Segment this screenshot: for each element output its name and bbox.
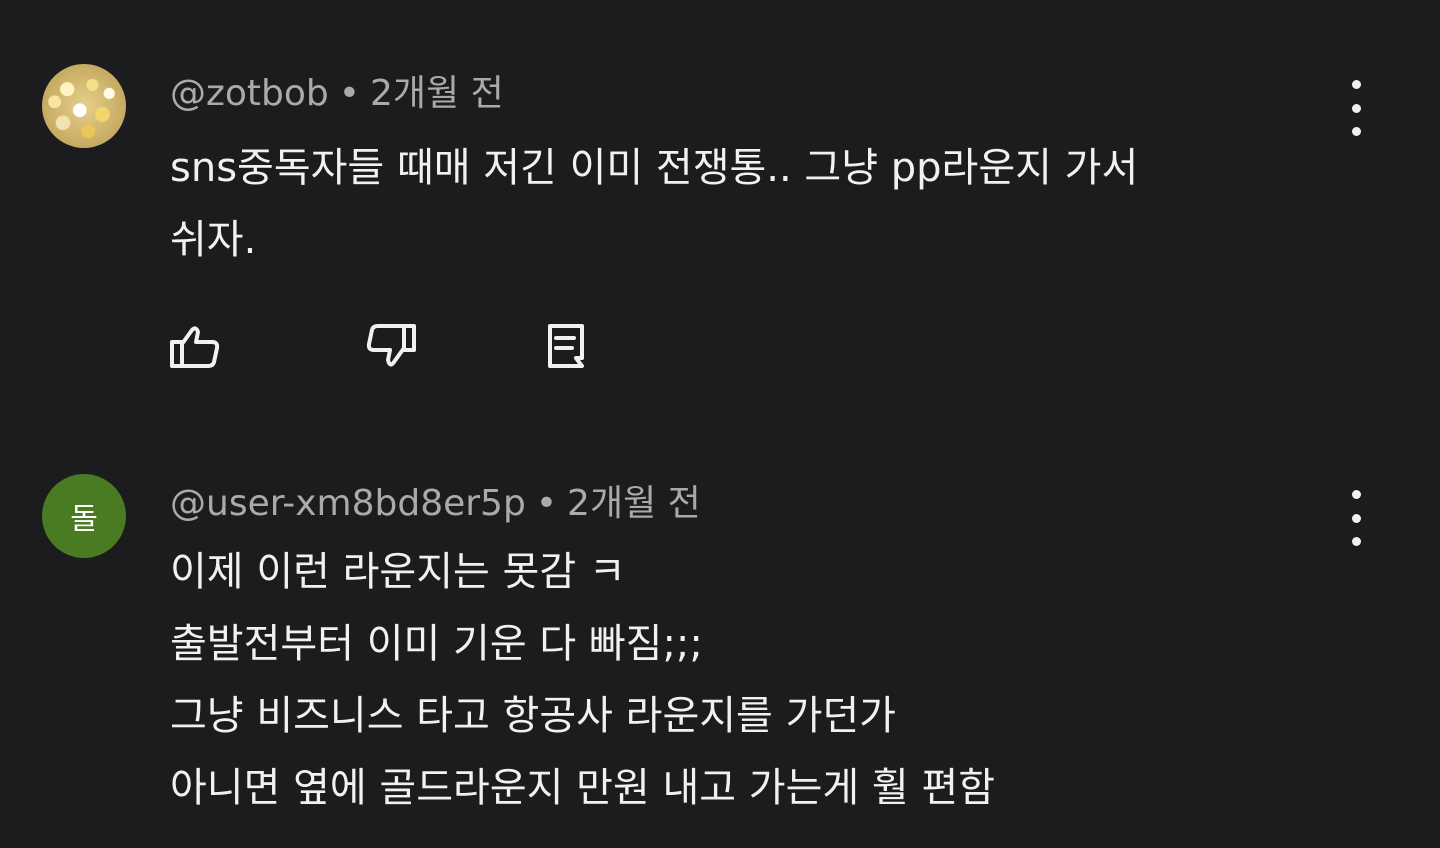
comment-line: 출발전부터 이미 기운 다 빠짐;;; [170, 621, 703, 667]
dot [1351, 490, 1361, 499]
comment-time: 2개월 전 [370, 73, 504, 114]
comment-line: 이제 이런 라운지는 못감 ㅋ [170, 549, 626, 595]
avatar[interactable]: 돌 [42, 474, 126, 558]
comment-meta: @zotbob • 2개월 전 [170, 72, 504, 116]
author-name[interactable]: @user-xm8bd8er5p [170, 483, 526, 524]
comments-page: @zotbob • 2개월 전 sns중독자들 때매 저긴 이미 전쟁통.. 그냥 … [0, 0, 1440, 848]
comment-line: 쉬자. [170, 217, 257, 263]
comment-text: 이제 이런 라운지는 못감 ㅋ 출발전부터 이미 기운 다 빠짐;;; 그냥 비… [170, 536, 1320, 824]
thumbs-down-icon [366, 324, 416, 367]
avatar-letter: 돌 [70, 502, 98, 537]
author-name[interactable]: @zotbob [170, 73, 329, 114]
comment-line: 그냥 비즈니스 타고 항공사 라운지를 가던가 [170, 693, 896, 739]
dot [1351, 80, 1361, 89]
comment-actions [168, 322, 608, 372]
dot [1351, 103, 1361, 113]
dot [1351, 127, 1361, 136]
reply-button[interactable] [542, 322, 596, 372]
avatar[interactable] [42, 64, 126, 148]
comment-time: 2개월 전 [567, 483, 701, 524]
reply-comment-icon [548, 324, 584, 368]
like-button[interactable] [168, 322, 222, 372]
comment-text: sns중독자들 때매 저긴 이미 전쟁통.. 그냥 pp라운지 가서 쉬자. [170, 132, 1320, 276]
dot [1351, 513, 1361, 523]
dislike-button[interactable] [364, 322, 418, 372]
dot [1351, 537, 1361, 546]
meta-separator: • [535, 483, 558, 524]
comment-line: sns중독자들 때매 저긴 이미 전쟁통.. 그냥 pp라운지 가서 [170, 145, 1139, 191]
more-options-button[interactable] [1336, 80, 1376, 136]
comment-meta: @user-xm8bd8er5p • 2개월 전 [170, 482, 701, 526]
more-options-button[interactable] [1336, 490, 1376, 546]
thumbs-up-icon [170, 326, 220, 368]
comment-line: 아니면 옆에 골드라운지 만원 내고 가는게 훨 편함 [170, 765, 996, 811]
meta-separator: • [338, 73, 360, 114]
